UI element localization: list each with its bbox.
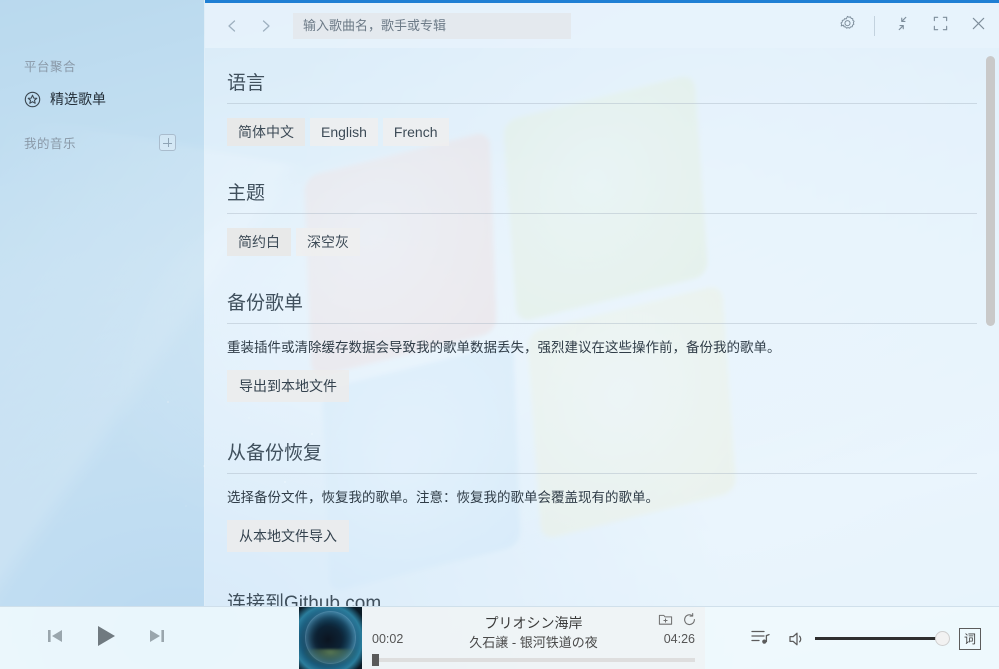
plus-box-icon[interactable] [159, 134, 176, 151]
language-option-fr[interactable]: French [382, 118, 449, 146]
sidebar-group-title-platform: 平台聚合 [0, 48, 204, 83]
sidebar-group-title-mymusic: 我的音乐 [0, 115, 204, 160]
chevron-right-icon [258, 18, 274, 34]
track-info: プリオシン海岸 久石譲 - 银河铁道の夜 00:02 04:26 [362, 607, 705, 669]
language-option-en[interactable]: English [310, 118, 378, 146]
chevron-left-icon [224, 18, 240, 34]
section-title-backup: 备份歌单 [227, 272, 977, 324]
lyrics-button[interactable]: 词 [959, 627, 981, 650]
transport-controls [44, 622, 168, 655]
back-button[interactable] [215, 9, 249, 43]
volume-control [787, 629, 950, 649]
skip-previous-icon [44, 625, 66, 652]
player-right-controls: 词 [750, 607, 999, 669]
theme-chip-group: 简约白 深空灰 [227, 228, 977, 256]
album-art-thumbnail[interactable] [299, 607, 362, 669]
album-art-ring [304, 611, 357, 665]
music-app-window: 平台聚合 精选歌单 我的音乐 输入歌曲名，歌手或专辑 语言 简体中文 Engli… [0, 0, 999, 669]
close-button[interactable] [961, 9, 995, 43]
star-circle-icon [24, 91, 41, 108]
import-from-local-file-button[interactable]: 从本地文件导入 [227, 520, 349, 552]
settings-button[interactable] [830, 9, 864, 43]
lyrics-label: 词 [963, 631, 976, 646]
progress-bar-track[interactable] [372, 654, 695, 666]
volume-slider-track[interactable] [815, 631, 950, 646]
language-option-zh[interactable]: 简体中文 [227, 118, 305, 146]
search-input[interactable] [293, 12, 571, 39]
section-title-theme: 主题 [227, 162, 977, 214]
skip-next-icon [146, 625, 168, 652]
sidebar: 平台聚合 精选歌单 我的音乐 [0, 0, 205, 606]
export-to-local-file-button[interactable]: 导出到本地文件 [227, 370, 349, 402]
play-icon [92, 622, 120, 655]
track-artist: 久石譲 - 银河铁道の夜 [469, 635, 598, 650]
restore-description: 选择备份文件，恢复我的歌单。注意：恢复我的歌单会覆盖现有的歌单。 [227, 490, 659, 505]
theme-option-light[interactable]: 简约白 [227, 228, 291, 256]
volume-slider-knob[interactable] [935, 631, 950, 646]
scrollbar-thumb[interactable] [986, 56, 995, 326]
sidebar-item-label: 精选歌单 [50, 91, 106, 107]
current-time: 00:02 [372, 632, 404, 646]
section-title-github: 连接到Github.com [227, 572, 977, 606]
repeat-icon[interactable] [682, 612, 697, 627]
minimize-to-mini-button[interactable] [885, 9, 919, 43]
section-title-restore: 从备份恢复 [227, 422, 977, 474]
section-title-language: 语言 [227, 62, 977, 104]
progress-bar-handle[interactable] [372, 654, 379, 666]
language-chip-group: 简体中文 English French [227, 118, 977, 146]
close-icon [970, 15, 987, 37]
add-to-folder-icon[interactable] [658, 612, 673, 627]
sidebar-item-featured-playlists[interactable]: 精选歌单 [0, 83, 204, 115]
main-area: 语言 简体中文 English French 主题 简约白 深空灰 备份歌单 重… [205, 0, 999, 606]
gear-icon [839, 15, 856, 37]
sidebar-group-label: 平台聚合 [24, 60, 77, 74]
play-button[interactable] [92, 622, 120, 655]
theme-option-dark[interactable]: 深空灰 [296, 228, 360, 256]
now-playing-panel: プリオシン海岸 久石譲 - 银河铁道の夜 00:02 04:26 [299, 607, 705, 669]
sidebar-group-label: 我的音乐 [24, 137, 77, 151]
lyrics-icon: 词 [959, 627, 981, 650]
shrink-icon [894, 15, 911, 37]
scrollbar-track[interactable] [986, 52, 995, 602]
playlist-queue-button[interactable] [750, 626, 771, 652]
maximize-button[interactable] [923, 9, 957, 43]
titlebar-divider [874, 15, 875, 36]
playlist-queue-icon [750, 626, 771, 652]
speaker-icon[interactable] [787, 629, 807, 649]
player-bar: プリオシン海岸 久石譲 - 银河铁道の夜 00:02 04:26 词 [0, 606, 999, 669]
previous-track-button[interactable] [44, 625, 66, 652]
track-title: プリオシン海岸 [484, 615, 583, 631]
backup-description: 重装插件或清除缓存数据会导致我的歌单数据丢失，强烈建议在这些操作前，备份我的歌单… [227, 340, 781, 355]
settings-panel: 语言 简体中文 English French 主题 简约白 深空灰 备份歌单 重… [205, 48, 999, 606]
fullscreen-icon [932, 15, 949, 37]
track-tools [658, 612, 697, 627]
next-track-button[interactable] [146, 625, 168, 652]
app-body: 平台聚合 精选歌单 我的音乐 输入歌曲名，歌手或专辑 语言 简体中文 Engli… [0, 0, 999, 606]
total-time: 04:26 [663, 632, 695, 646]
titlebar [205, 0, 999, 48]
forward-button[interactable] [249, 9, 283, 43]
